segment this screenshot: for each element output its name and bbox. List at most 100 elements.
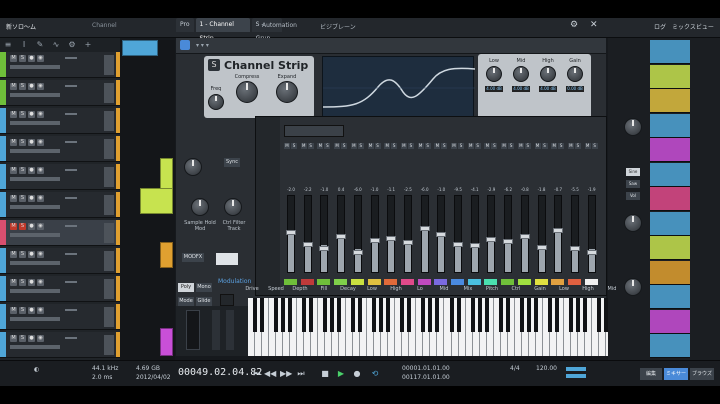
black-key[interactable] bbox=[596, 298, 601, 332]
arrange-clip[interactable] bbox=[650, 260, 690, 285]
track-button[interactable]: ● bbox=[28, 335, 35, 342]
track-button[interactable]: M bbox=[10, 55, 17, 62]
track-instrument-icon[interactable] bbox=[104, 195, 114, 215]
eq-knob[interactable] bbox=[540, 66, 556, 82]
track-button[interactable]: M bbox=[10, 307, 17, 314]
channel-fader[interactable] bbox=[402, 240, 413, 246]
solo-button[interactable]: S bbox=[291, 143, 297, 149]
track-button[interactable]: ◉ bbox=[37, 55, 44, 62]
black-key[interactable] bbox=[253, 298, 258, 332]
track-row[interactable]: M S ● ◉ bbox=[0, 80, 120, 106]
mute-button[interactable]: M bbox=[501, 143, 508, 149]
channel-fader[interactable] bbox=[436, 232, 447, 238]
track-button[interactable]: S bbox=[19, 111, 26, 118]
channel-fader[interactable] bbox=[336, 234, 347, 239]
solo-button[interactable]: S bbox=[591, 143, 598, 149]
black-key[interactable] bbox=[281, 298, 286, 332]
arrange-clip[interactable] bbox=[650, 236, 690, 260]
black-key[interactable] bbox=[309, 298, 314, 332]
track-row[interactable]: M S ● ◉ bbox=[0, 192, 120, 218]
black-key[interactable] bbox=[568, 298, 573, 332]
track-button[interactable]: M bbox=[10, 251, 17, 258]
solo-button[interactable]: S bbox=[441, 143, 448, 149]
freq-knob[interactable] bbox=[208, 94, 224, 110]
black-key[interactable] bbox=[421, 298, 426, 332]
track-instrument-icon[interactable] bbox=[104, 83, 114, 103]
record-button-icon[interactable]: ● bbox=[352, 369, 362, 379]
track-button[interactable]: S bbox=[19, 307, 26, 314]
mod-wheel[interactable] bbox=[212, 310, 220, 350]
black-key[interactable] bbox=[288, 298, 293, 332]
mod-wheel-box[interactable] bbox=[220, 294, 234, 306]
track-row[interactable]: M S ● ◉ bbox=[0, 108, 120, 134]
channel-fader[interactable] bbox=[352, 249, 363, 255]
mute-button[interactable]: M bbox=[451, 143, 457, 149]
black-key[interactable] bbox=[456, 298, 461, 332]
plugin-menu-icon[interactable]: ▾ ▾ ▾ bbox=[196, 42, 209, 49]
track-button[interactable]: S bbox=[19, 335, 26, 342]
track-button[interactable]: ◉ bbox=[37, 279, 44, 286]
glide-button[interactable]: Glide bbox=[196, 297, 212, 306]
modfx-button[interactable]: MODFX bbox=[182, 253, 204, 262]
track-button[interactable]: ● bbox=[28, 139, 35, 146]
mute-button[interactable]: M bbox=[517, 143, 524, 149]
track-button[interactable]: ◉ bbox=[37, 251, 44, 258]
browse-view-button[interactable]: ブラウズ bbox=[690, 368, 714, 380]
solo-button[interactable]: S bbox=[508, 143, 515, 149]
track-button[interactable]: ● bbox=[28, 279, 35, 286]
track-button[interactable]: M bbox=[10, 139, 17, 146]
solo-button[interactable]: S bbox=[407, 143, 414, 149]
position-display[interactable]: 00049.02.04.82 bbox=[178, 367, 262, 378]
track-button[interactable]: ◉ bbox=[37, 167, 44, 174]
loop-start[interactable]: 00001.01.01.00 bbox=[402, 365, 450, 372]
right-knob[interactable] bbox=[624, 118, 642, 136]
track-button[interactable]: M bbox=[10, 83, 17, 90]
tab-channel-strip[interactable]: 1 - Channel Strip bbox=[195, 18, 250, 42]
channel-fader[interactable] bbox=[369, 237, 380, 243]
mute-button[interactable]: M bbox=[317, 143, 324, 149]
mute-button[interactable]: M bbox=[284, 143, 290, 149]
track-instrument-icon[interactable] bbox=[104, 279, 114, 299]
channel-fader[interactable] bbox=[286, 230, 296, 236]
solo-button[interactable]: S bbox=[391, 143, 398, 149]
channel-fader[interactable] bbox=[453, 241, 463, 247]
track-instrument-icon[interactable] bbox=[104, 55, 114, 75]
black-key[interactable] bbox=[470, 298, 475, 332]
wrench-icon[interactable]: ✎ bbox=[36, 41, 44, 49]
solo-button[interactable]: S bbox=[341, 143, 348, 149]
channel-fader[interactable] bbox=[536, 244, 547, 250]
channel-fader[interactable] bbox=[553, 227, 564, 233]
track-button[interactable]: S bbox=[19, 83, 26, 90]
track-button[interactable]: ◉ bbox=[37, 111, 44, 118]
solo-button[interactable]: S bbox=[491, 143, 498, 149]
track-row[interactable]: M S ● ◉ bbox=[0, 220, 120, 246]
eq-knob[interactable] bbox=[513, 66, 529, 82]
preset-name[interactable]: ビジブレーン bbox=[320, 22, 356, 31]
track-instrument-icon[interactable] bbox=[104, 307, 114, 327]
black-key[interactable] bbox=[372, 298, 377, 332]
black-key[interactable] bbox=[575, 298, 580, 332]
black-key[interactable] bbox=[323, 298, 328, 332]
channel-fader[interactable] bbox=[302, 241, 313, 247]
channel-fader[interactable] bbox=[586, 249, 597, 255]
back-icon[interactable]: ◀◀ bbox=[264, 369, 276, 379]
arrange-clip[interactable] bbox=[650, 162, 690, 187]
arrange-clip[interactable] bbox=[650, 40, 690, 64]
black-key[interactable] bbox=[449, 298, 454, 332]
track-instrument-icon[interactable] bbox=[104, 139, 114, 159]
track-row[interactable]: M S ● ◉ bbox=[0, 136, 120, 162]
track-button[interactable]: ◉ bbox=[37, 195, 44, 202]
mute-button[interactable]: M bbox=[417, 143, 424, 149]
track-button[interactable]: ● bbox=[28, 167, 35, 174]
track-button[interactable]: S bbox=[19, 167, 26, 174]
loop-icon[interactable]: ⟲ bbox=[370, 369, 380, 379]
channel-fader[interactable] bbox=[319, 245, 330, 251]
black-key[interactable] bbox=[274, 298, 279, 332]
solo-button[interactable]: S bbox=[324, 143, 331, 149]
solo-button[interactable]: S bbox=[374, 143, 381, 149]
edit-icon[interactable]: I bbox=[20, 41, 28, 49]
close-icon[interactable]: ✕ bbox=[590, 20, 598, 30]
right-knob[interactable] bbox=[624, 278, 642, 296]
arrange-clip[interactable] bbox=[650, 113, 690, 138]
sample-hold-knob[interactable] bbox=[191, 198, 209, 216]
